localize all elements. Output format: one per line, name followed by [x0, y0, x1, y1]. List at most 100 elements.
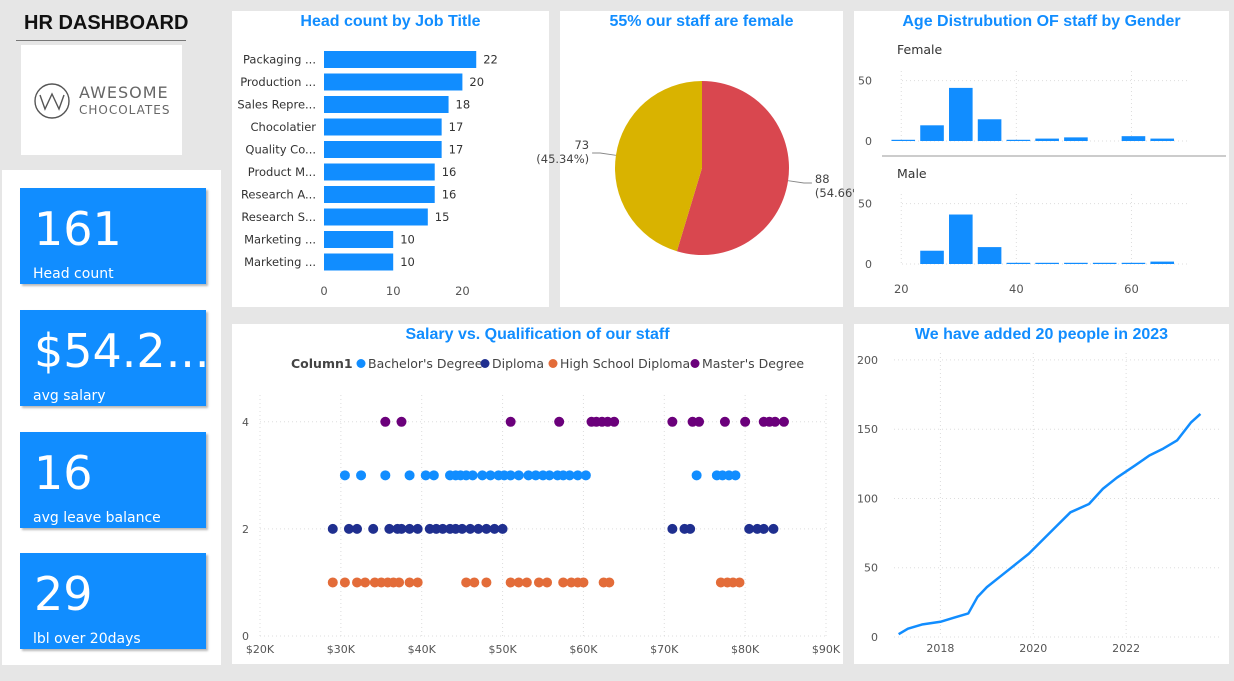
scatter-point — [380, 470, 391, 481]
y-tick-label: 4 — [242, 416, 249, 429]
legend-marker — [548, 359, 558, 368]
page-title: HR DASHBOARD — [24, 12, 189, 34]
bar — [324, 73, 463, 91]
histogram-bar — [1006, 139, 1031, 141]
salary-chart-panel: Salary vs. Qualification of our staff Co… — [232, 324, 843, 664]
bar — [324, 141, 442, 158]
kpi-card-lbl-over-20[interactable]: 29 lbl over 20days — [20, 553, 206, 649]
bar — [324, 51, 477, 68]
histogram-bar — [949, 214, 973, 264]
x-tick-label: $70K — [650, 643, 679, 656]
scatter-point — [339, 470, 350, 481]
scatter-point — [360, 577, 371, 588]
scatter-point — [758, 523, 769, 534]
histogram-bar — [891, 139, 916, 141]
category-label: Research A... — [241, 188, 316, 202]
scatter-point — [497, 523, 508, 534]
bar — [324, 118, 442, 136]
category-label: Research S... — [241, 210, 316, 224]
histogram-bar — [920, 250, 944, 264]
category-label: Sales Repre... — [237, 98, 316, 112]
y-tick-label: 0 — [865, 135, 872, 148]
histogram-bar — [1064, 262, 1088, 264]
y-tick-label: 50 — [864, 562, 878, 575]
data-label: 18 — [456, 98, 471, 112]
x-tick-label: $20K — [246, 643, 275, 656]
bar — [324, 163, 435, 181]
histogram-bar — [977, 247, 1002, 264]
x-tick-label: $60K — [569, 643, 598, 656]
kpi-card-avg-salary[interactable]: $54.2... avg salary — [20, 310, 206, 406]
histogram-bar — [1121, 136, 1146, 141]
kpi-value: $54.2... — [34, 324, 206, 378]
hiring-chart-panel: We have added 20 people in 2023 0 50 100 15… — [854, 324, 1229, 664]
x-tick-label: 60 — [1124, 282, 1139, 296]
scatter-point — [380, 416, 391, 427]
scatter-point — [513, 470, 524, 481]
leader-line — [787, 180, 812, 184]
scatter-point — [327, 577, 338, 588]
series-label: Male — [897, 166, 927, 181]
scatter-point — [412, 523, 423, 534]
legend-marker — [356, 359, 366, 368]
scatter-point — [505, 416, 516, 427]
kpi-card-headcount[interactable]: 161 Head count — [20, 188, 206, 284]
data-label: 16 — [442, 165, 457, 179]
histogram-bar — [1035, 262, 1059, 264]
data-label: 10 — [400, 255, 415, 269]
y-tick-label: 200 — [857, 354, 878, 367]
scatter-point — [667, 416, 678, 427]
age-bar-chart: Female 0 50 Male 0 50 20 40 60 — [858, 42, 1226, 296]
legend-marker — [690, 359, 700, 368]
scatter-point — [554, 416, 565, 427]
data-label: 22 — [483, 53, 498, 67]
scatter-point — [352, 523, 363, 534]
x-tick-label: $30K — [327, 643, 356, 656]
kpi-label: lbl over 20days — [33, 631, 141, 647]
histogram-bar — [1121, 262, 1146, 264]
scatter-point — [691, 470, 702, 481]
scatter-point — [719, 416, 730, 427]
x-tick-label: 20 — [894, 282, 909, 296]
legend-label: Master's Degree — [702, 356, 804, 371]
legend-label: Diploma — [492, 356, 544, 371]
category-label: Packaging ... — [243, 53, 316, 67]
slice-value-label: 88 — [815, 172, 830, 186]
scatter-point — [770, 416, 781, 427]
category-label: Marketing ... — [244, 233, 316, 247]
kpi-value: 29 — [34, 567, 93, 621]
x-tick-label: 2020 — [1019, 642, 1047, 655]
logo-wordmark-top: AWESOME — [79, 83, 169, 102]
data-label: 16 — [442, 188, 457, 202]
legend-label: High School Diploma — [560, 356, 690, 371]
scatter-point — [768, 523, 779, 534]
kpi-panel: 161 Head count $54.2... avg salary 16 av… — [2, 170, 221, 665]
histogram-bar — [1006, 262, 1031, 264]
scatter-point — [404, 470, 415, 481]
scatter-point — [327, 523, 338, 534]
scatter-point — [396, 416, 407, 427]
x-tick-label: $40K — [408, 643, 437, 656]
histogram-bar — [949, 87, 973, 141]
kpi-card-leave-balance[interactable]: 16 avg leave balance — [20, 432, 206, 528]
scatter-point — [609, 416, 620, 427]
headcount-chart-panel: Head count by Job Title Packaging ... 22 P… — [232, 11, 549, 307]
slice-value-label: 73 — [574, 138, 589, 152]
scatter-point — [356, 470, 367, 481]
bar — [324, 96, 449, 113]
y-tick-label: 0 — [865, 258, 872, 271]
x-tick-label: 20 — [455, 284, 470, 298]
bar — [324, 253, 394, 271]
headcount-bar-chart: Packaging ... 22 Production ... 20 Sales Rep… — [237, 51, 498, 298]
y-tick-label: 50 — [858, 75, 872, 88]
histogram-bar — [1092, 262, 1117, 264]
company-logo: AWESOME CHOCOLATES — [21, 45, 182, 155]
category-label: Quality Co... — [245, 143, 316, 157]
series-label: Female — [897, 42, 943, 57]
scatter-point — [578, 577, 589, 588]
legend-marker — [480, 359, 490, 368]
x-tick-label: 40 — [1009, 282, 1024, 296]
scatter-point — [368, 523, 379, 534]
kpi-value: 161 — [34, 202, 122, 256]
y-tick-label: 100 — [857, 492, 878, 505]
